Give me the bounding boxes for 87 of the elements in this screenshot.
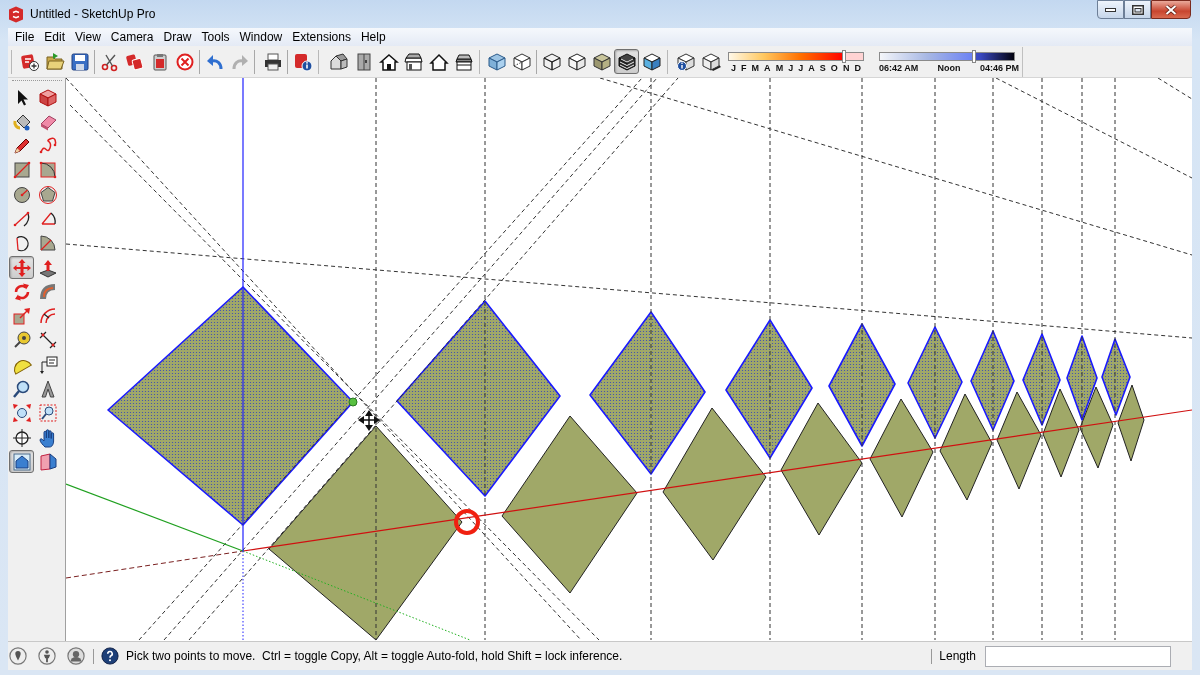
textured-button[interactable]: [614, 49, 639, 74]
shaded-cube-icon: [591, 51, 612, 72]
month-label: J: [788, 63, 794, 73]
zoom-arrows-icon: [11, 403, 32, 424]
month-label: M: [775, 63, 784, 73]
menu-item[interactable]: View: [70, 28, 106, 46]
house-left-icon: [453, 51, 474, 72]
menu-item[interactable]: Tools: [196, 28, 235, 46]
plain-cube-icon: [566, 51, 587, 72]
time-label: 06:42 AM: [879, 63, 919, 73]
cube-info-icon: [675, 51, 696, 72]
measurement-field[interactable]: [985, 645, 1171, 667]
double-page-icon: [124, 51, 145, 72]
dimension-icon: [37, 330, 58, 351]
window-title: Untitled - SketchUp Pro: [30, 7, 156, 21]
time-slider-track[interactable]: [879, 52, 1015, 61]
translucent-cube-icon: [486, 51, 507, 72]
menu-item[interactable]: Draw: [158, 28, 197, 46]
page-plus-icon: [19, 51, 40, 72]
printer-icon: [262, 51, 283, 72]
highlight-ring-icon: [454, 509, 480, 535]
framed-cube-icon: [37, 87, 58, 108]
month-label: F: [741, 63, 747, 73]
minimize-button[interactable]: [1097, 0, 1124, 19]
zoom-window-icon: [37, 403, 58, 424]
month-label: O: [830, 63, 838, 73]
rectangle-icon: [11, 160, 32, 181]
square-arc-icon: [37, 160, 58, 181]
date-slider-thumb[interactable]: [842, 50, 847, 63]
app-logo-icon: [8, 5, 24, 23]
zoom-icon: [11, 379, 32, 400]
menu-item[interactable]: Help: [355, 28, 391, 46]
dashed-cube-icon: [511, 51, 532, 72]
time-slider-thumb[interactable]: [971, 50, 976, 63]
time-label: 04:46 PM: [979, 63, 1019, 73]
minimize-icon: [1105, 7, 1116, 12]
house-outline-icon: [428, 51, 449, 72]
measurement-label: Length: [939, 649, 976, 663]
month-label: J: [731, 63, 736, 73]
menu-item[interactable]: Edit: [39, 28, 71, 46]
wireframe-cube-icon: [541, 51, 562, 72]
polygon-icon: [37, 184, 58, 205]
scale-icon: [11, 306, 32, 327]
house-view-tool-button[interactable]: [9, 450, 34, 474]
two-tone-cube-icon: [641, 51, 662, 72]
close-button[interactable]: [1151, 0, 1191, 19]
month-label: J: [798, 63, 804, 73]
time-label: Noon: [937, 63, 961, 73]
circle-icon: [11, 184, 32, 205]
pie-icon: [37, 233, 58, 254]
move-cursor-icon: [358, 410, 380, 431]
folded-panel-icon: [37, 451, 58, 472]
menu-item[interactable]: Extensions: [287, 28, 356, 46]
menu-item[interactable]: Window: [234, 28, 288, 46]
circle-cross-icon: [174, 51, 195, 72]
house-front-icon: [378, 51, 399, 72]
menu-item[interactable]: Camera: [105, 28, 159, 46]
restore-icon: [1131, 4, 1144, 15]
cube-shadow-icon: [700, 51, 721, 72]
move-tool-button[interactable]: [9, 256, 34, 280]
date-slider-track[interactable]: [728, 52, 864, 61]
month-label: A: [764, 63, 771, 73]
striped-cube-icon: [616, 51, 637, 72]
house-panel-icon: [11, 451, 32, 472]
month-label: S: [819, 63, 826, 73]
house-side-icon: [403, 51, 424, 72]
month-label: A: [808, 63, 815, 73]
pencil-icon: [11, 136, 32, 157]
month-label: N: [842, 63, 850, 73]
maximize-button[interactable]: [1124, 0, 1151, 19]
close-icon: [1164, 3, 1178, 16]
help-icon: [101, 647, 119, 665]
crosshair-icon: [11, 427, 32, 448]
month-label: D: [854, 63, 861, 73]
person-icon: [38, 647, 56, 665]
curved-tube-icon: [37, 281, 58, 302]
label-leader-icon: [37, 354, 58, 375]
arc-icon: [11, 209, 32, 229]
folder-icon: [44, 51, 65, 72]
status-hint: Pick two points to move. Ctrl = toggle Copy, Alt = toggle Auto-fold, hold Shift = lock inference.: [126, 649, 623, 663]
house-iso-icon: [328, 51, 349, 72]
four-arrows-icon: [11, 257, 32, 278]
month-label: M: [751, 63, 760, 73]
page-info-icon: [292, 51, 313, 72]
endpoint-dot-icon: [348, 397, 358, 407]
user-icon: [67, 647, 85, 665]
menu-item[interactable]: File: [10, 28, 40, 46]
